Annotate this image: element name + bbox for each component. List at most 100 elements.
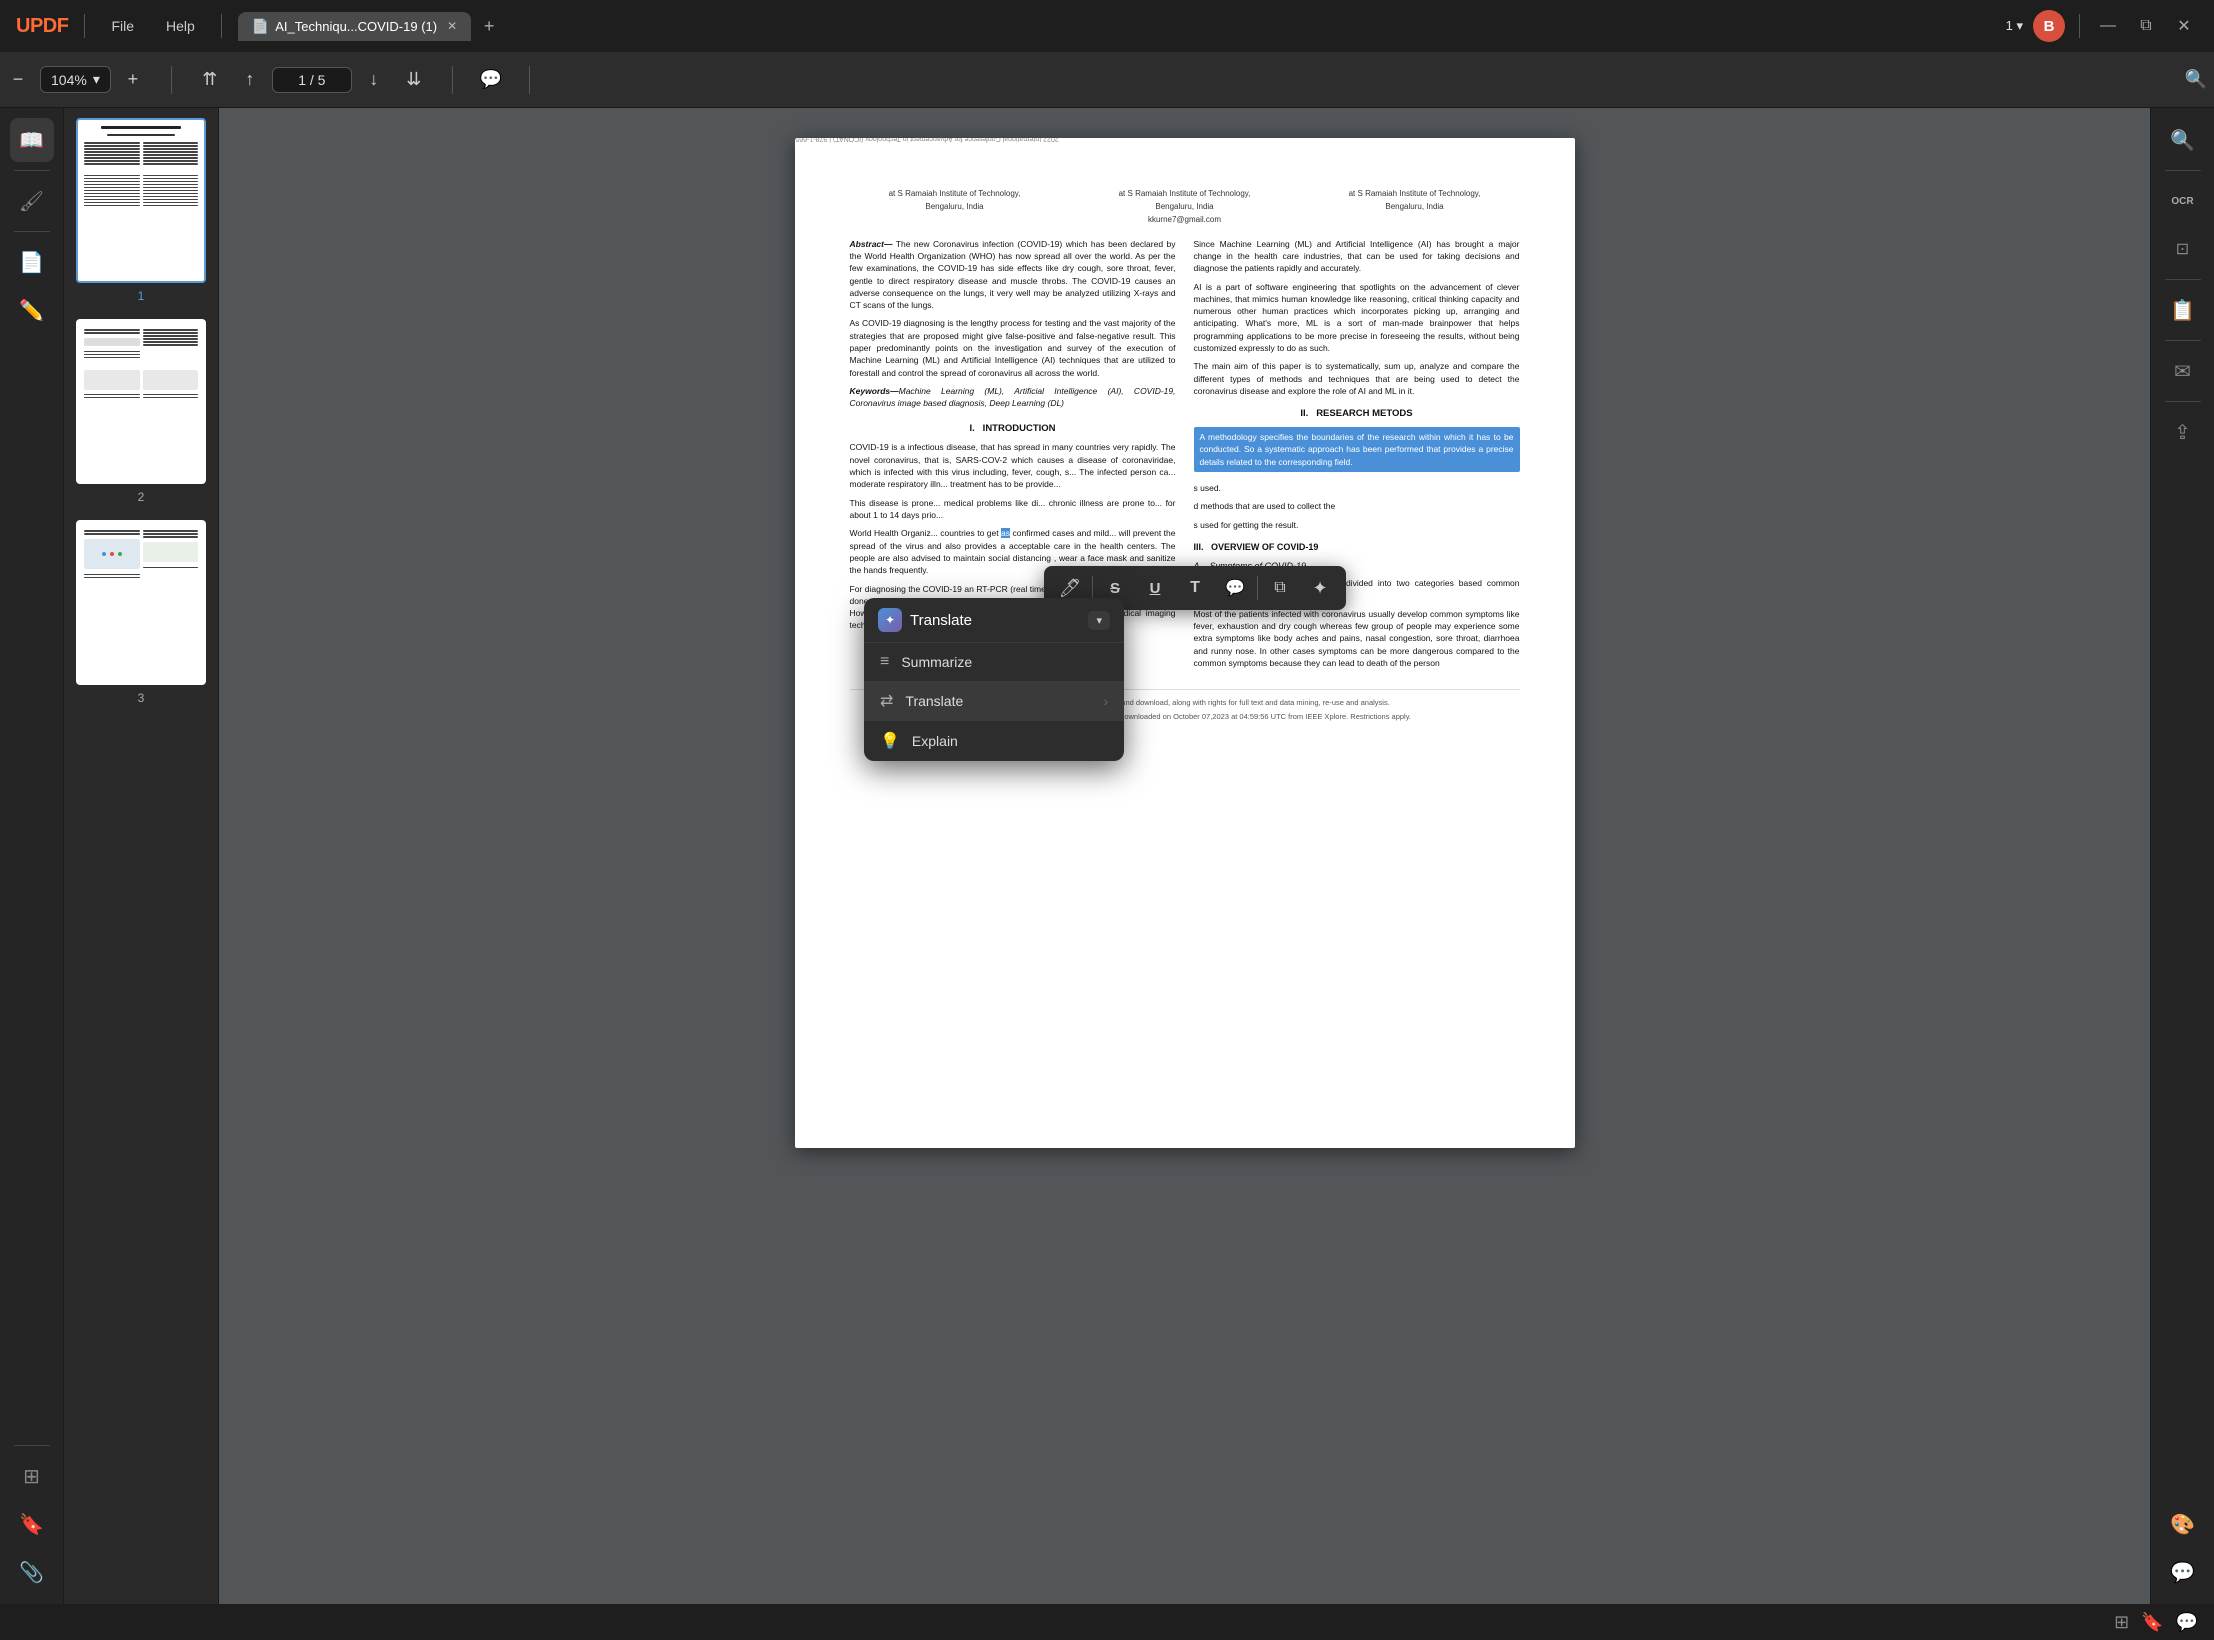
summarize-icon: ≡: [880, 653, 889, 671]
minimize-button[interactable]: —: [2094, 12, 2122, 40]
toolbar-div-3: [529, 66, 530, 94]
popup-title: Translate: [910, 612, 972, 629]
pdf-header: at S Ramaiah Institute of Technology, Be…: [850, 188, 1520, 226]
thumb-label-1: 1: [138, 289, 145, 303]
search-button[interactable]: 🔍: [2178, 62, 2214, 98]
app-logo: UPDF: [16, 15, 68, 38]
abstract-label: Abstract—: [850, 239, 893, 249]
zoom-out-button[interactable]: −: [0, 62, 36, 98]
thumbnail-page-1[interactable]: 1: [74, 118, 208, 303]
popup-item-explain-label: Explain: [912, 733, 958, 749]
thumb-img-2: [76, 319, 206, 484]
page-first-button[interactable]: ⇈: [192, 62, 228, 98]
titlebar: UPDF File Help 📄 AI_Techniqu...COVID-19 …: [0, 0, 2214, 52]
page-nav: 1 ▾: [2006, 18, 2023, 34]
section2-highlight: A methodology specifies the boundaries o…: [1194, 427, 1520, 472]
mail-icon[interactable]: ✉: [2161, 349, 2205, 393]
popup-item-summarize-label: Summarize: [901, 654, 972, 670]
user-avatar[interactable]: B: [2033, 10, 2065, 42]
right-sep-1: [2165, 170, 2201, 171]
close-button[interactable]: ✕: [2170, 12, 2198, 40]
context-menu: ✦ Translate ▾ ≡ Summarize ⇄ Translate ›: [864, 598, 1124, 761]
abstract-text-1: The new Coronavirus infection (COVID-19)…: [850, 239, 1176, 311]
thumb-img-1: [76, 118, 206, 283]
new-tab-button[interactable]: +: [475, 12, 503, 40]
chat-icon[interactable]: 💬: [2161, 1550, 2205, 1594]
menu-file[interactable]: File: [101, 14, 144, 38]
zoom-in-button[interactable]: +: [115, 62, 151, 98]
header-col-1: at S Ramaiah Institute of Technology, Be…: [850, 188, 1060, 226]
thumbnail-page-3[interactable]: 3: [74, 520, 208, 705]
thumbnail-page-2[interactable]: 2: [74, 319, 208, 504]
sidebar-sep-1: [14, 170, 50, 171]
tab-covid[interactable]: 📄 AI_Techniqu...COVID-19 (1) ✕: [238, 12, 471, 41]
menu-help[interactable]: Help: [156, 14, 205, 38]
explain-icon: 💡: [880, 731, 900, 751]
right-sep-3: [2165, 340, 2201, 341]
zoom-level: 104%: [51, 72, 87, 88]
reader-icon[interactable]: 📖: [10, 118, 54, 162]
doc-convert-icon[interactable]: 📋: [2161, 288, 2205, 332]
header-col-3-line2: Bengaluru, India: [1310, 201, 1520, 212]
header-col-2-line1: at S Ramaiah Institute of Technology,: [1080, 188, 1290, 199]
page-next-button[interactable]: ↓: [356, 62, 392, 98]
page-prev-button[interactable]: ↑: [232, 62, 268, 98]
comment-button[interactable]: 💬: [473, 62, 509, 98]
comment-tool-btn[interactable]: 💬: [1217, 570, 1253, 606]
thumb-img-3: [76, 520, 206, 685]
right-sep-2: [2165, 279, 2201, 280]
toolbar: − 104% ▾ + ⇈ ↑ 1 / 5 ↓ ⇊ 💬 🔍: [0, 52, 2214, 108]
edit-icon[interactable]: ✏️: [10, 288, 54, 332]
left-sidebar: 📖 🖌 📄 ✏️ ⊞ 🔖 📎: [0, 108, 64, 1604]
translate-arrow-icon: ›: [1103, 693, 1108, 709]
paperclip-icon[interactable]: 📎: [10, 1550, 54, 1594]
page-nav-controls: ⇈ ↑ 1 / 5 ↓ ⇊: [192, 62, 432, 98]
header-col-1-line1: at S Ramaiah Institute of Technology,: [850, 188, 1060, 199]
right-methods-para3: s used for getting the result.: [1194, 519, 1520, 531]
export-icon[interactable]: ⇪: [2161, 410, 2205, 454]
header-col-3-line1: at S Ramaiah Institute of Technology,: [1310, 188, 1520, 199]
popup-item-explain[interactable]: 💡 Explain: [864, 721, 1124, 761]
maximize-button[interactable]: ⧉: [2132, 12, 2160, 40]
bookmark-icon[interactable]: 🔖: [10, 1502, 54, 1546]
document-icon[interactable]: 📄: [10, 240, 54, 284]
keywords: Keywords—Machine Learning (ML), Artifici…: [850, 385, 1176, 410]
toolbar-div-1: [171, 66, 172, 94]
layers-icon[interactable]: ⊞: [10, 1454, 54, 1498]
titlebar-right: 1 ▾ B — ⧉ ✕: [2006, 10, 2198, 42]
type-tool-btn[interactable]: T: [1177, 570, 1213, 606]
text-tool-sep-2: [1257, 576, 1258, 600]
brush-icon[interactable]: 🖌: [10, 179, 54, 223]
popup-dropdown-button[interactable]: ▾: [1088, 611, 1110, 630]
popup-item-explain-left: 💡 Explain: [880, 731, 958, 751]
color-palette-icon[interactable]: 🎨: [2161, 1502, 2205, 1546]
footer-bookmark-icon[interactable]: 🔖: [2141, 1612, 2163, 1633]
right-sidebar: 🔍 OCR ⊡ 📋 ✉ ⇪ 🎨 💬: [2150, 108, 2214, 1604]
tab-bar: 📄 AI_Techniqu...COVID-19 (1) ✕ +: [238, 12, 1994, 41]
scan-icon[interactable]: ⊡: [2161, 227, 2205, 271]
footer-layers-icon[interactable]: ⊞: [2114, 1612, 2129, 1633]
underline-tool-btn[interactable]: U: [1137, 570, 1173, 606]
add-tool-btn[interactable]: ✦: [1302, 570, 1338, 606]
page-indicator[interactable]: 1 / 5: [272, 67, 352, 93]
copy-tool-btn[interactable]: ⧉: [1262, 570, 1298, 606]
search-right-icon[interactable]: 🔍: [2161, 118, 2205, 162]
section1-para1: COVID-19 is a infectious disease, that h…: [850, 441, 1176, 490]
tab-close-btn[interactable]: ✕: [447, 19, 457, 33]
popup-item-translate[interactable]: ⇄ Translate ›: [864, 681, 1124, 721]
ocr-icon[interactable]: OCR: [2161, 179, 2205, 223]
right-para3: The main aim of this paper is to systema…: [1194, 360, 1520, 397]
footer-chat-icon[interactable]: 💬: [2176, 1612, 2198, 1633]
popup-item-translate-left: ⇄ Translate: [880, 691, 963, 711]
pdf-side-text: 2022 International Conference for Advanc…: [795, 138, 1310, 143]
section1-para2: This disease is prone... medical problem…: [850, 497, 1176, 522]
tab-label: AI_Techniqu...COVID-19 (1): [275, 19, 437, 34]
pdf-viewer[interactable]: 2022 International Conference for Advanc…: [219, 108, 2150, 1604]
page-last-button[interactable]: ⇊: [396, 62, 432, 98]
main-area: 📖 🖌 📄 ✏️ ⊞ 🔖 📎: [0, 108, 2214, 1604]
popup-ai-logo: ✦: [878, 608, 902, 632]
popup-item-summarize[interactable]: ≡ Summarize: [864, 643, 1124, 681]
thumb-label-3: 3: [138, 691, 145, 705]
abstract-section: Abstract— The new Coronavirus infection …: [850, 238, 1176, 410]
zoom-display[interactable]: 104% ▾: [40, 66, 111, 93]
